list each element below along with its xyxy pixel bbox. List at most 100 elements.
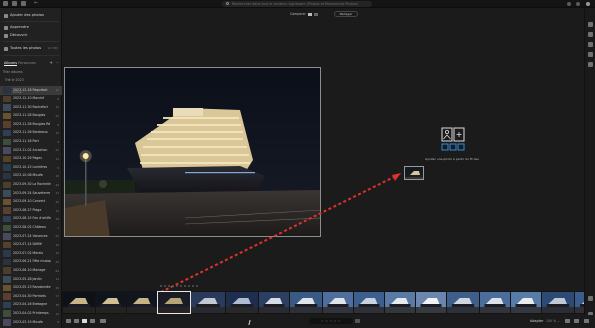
presets-icon[interactable] [574,319,579,323]
album-item[interactable]: 2023-06-10 Mariage 64 [0,266,62,275]
detail-view-icon[interactable] [82,319,87,323]
avatar[interactable] [586,1,590,6]
album-item[interactable]: 2023-05-28 Jardin 14 [0,275,62,284]
compare-toggle[interactable]: Comparer [290,12,318,16]
album-item[interactable]: 2023-10-29 Pages 11 [0,155,62,164]
album-item[interactable]: 2023-12-10 Marché 8 [0,95,62,104]
album-item[interactable]: 2023-04-16 Bretagne 38 [0,301,62,310]
dragged-photo-thumbnail[interactable] [404,166,424,180]
album-item[interactable]: 2023-11-28 Bougies Ré 6 [0,120,62,129]
heal-icon[interactable] [588,42,593,47]
album-name: 2023-11-26 Bordeaux [13,130,48,135]
filmstrip-thumbnail[interactable] [542,292,574,313]
album-thumbnail [3,138,11,146]
blur-icon[interactable] [588,62,593,67]
album-item[interactable]: 2023-08-02 Château 7 [0,224,62,233]
filmstrip-thumbnail[interactable] [290,292,322,313]
back-arrow-icon[interactable]: ← [34,1,39,6]
album-item[interactable]: 2023-07-14 Défilé 16 [0,241,62,250]
single-view-icon[interactable] [307,12,312,16]
filmstrip-thumbnail[interactable] [96,292,126,313]
album-count: 17 [55,294,59,299]
help-icon[interactable] [576,1,580,6]
album-thumbnail [3,319,11,326]
sidebar-toggle-icon[interactable] [21,1,26,6]
filmstrip-thumbnail[interactable] [323,292,353,313]
main-photo[interactable] [64,67,321,237]
all-photos-label: Toutes les photos [10,46,42,51]
filmstrip-thumbnail[interactable] [157,291,191,314]
flag-icon[interactable] [355,319,360,323]
album-item[interactable]: 2023-07-24 Vacances 52 [0,232,62,241]
filmstrip-thumbnail[interactable] [63,292,95,313]
info-icon[interactable] [588,296,593,301]
library-icon[interactable] [12,1,17,6]
filmstrip-thumbnail[interactable] [480,292,510,313]
album-item[interactable]: 2023-07-02 Marais 10 [0,249,62,258]
filmstrip-toggle-icon[interactable] [90,319,95,323]
sort-albums[interactable]: Trier albums [3,70,59,75]
album-item[interactable]: 2023-11-30 Rochefort 15 [0,103,62,112]
sort-icon[interactable] [100,319,106,323]
compare-icon[interactable] [565,319,570,323]
album-thumbnail [3,241,11,249]
album-name: 2023-06-10 Mariage [13,267,46,272]
album-item[interactable]: 2023-10-08 Musée 19 [0,172,62,181]
search-field[interactable]: Rechercher dans tout le contenu Lightroo… [222,1,372,7]
more-options-button[interactable]: ⋯ [56,61,60,65]
filmstrip-thumbnail[interactable] [127,292,157,313]
edit-icon[interactable] [588,22,593,27]
album-item[interactable]: 2023-09-24 Sauveterre 13 [0,189,62,198]
settings-icon[interactable] [584,319,589,323]
album-count: 7 [57,225,59,230]
crop-icon[interactable] [588,32,593,37]
album-item[interactable]: 2023-09-30 La Rochelle 44 [0,181,62,190]
nav-discover[interactable]: Découvrir [0,32,62,39]
album-item[interactable]: 2023-06-21 Fête musique 23 [0,258,62,267]
cloud-icon[interactable] [3,1,8,6]
album-item[interactable]: 2023-12-16 Paquebot 12 Partagé [0,86,62,95]
filmstrip-thumbnail[interactable] [511,292,541,313]
filmstrip-thumbnail[interactable] [354,292,384,313]
album-name: 2023-09-10 Concert [13,199,46,204]
filmstrip-thumbnail[interactable] [385,292,415,313]
album-item[interactable]: 2023-08-27 Plage 31 [0,206,62,215]
filmstrip-thumbnail[interactable] [416,292,446,313]
add-album-button[interactable]: + [49,61,53,66]
filmstrip-thumbnail[interactable] [226,292,258,313]
zoom-dropdown[interactable]: 100 % ⌄ [546,319,560,323]
album-item[interactable]: 2023-08-15 Feu d'artifice 18 [0,215,62,224]
filmstrip-scroll-dots [160,283,215,287]
album-item[interactable]: 2023-11-02 Arcachon 27 [0,146,62,155]
album-item[interactable]: 2023-09-10 Concert 22 [0,198,62,207]
cloud-sync-icon[interactable] [567,1,571,6]
filmstrip-thumbnail[interactable] [191,292,225,313]
album-item[interactable]: 2023-03-19 Musée 8 [0,318,62,327]
album-item[interactable]: 2023-04-02 Printemps 12 [0,309,62,318]
fit-zoom-button[interactable]: Adapter [530,319,543,323]
star-rating[interactable]: ☆ ☆ ☆ ☆ ☆ [309,318,353,324]
square-grid-icon[interactable] [74,319,79,323]
album-thumbnail [3,95,11,103]
album-item[interactable]: 2023-05-13 Randonnée 29 [0,284,62,293]
filmstrip-thumbnail[interactable] [447,292,479,313]
filmstrip-thumbnail[interactable] [259,292,289,313]
grid-view-icon[interactable] [66,319,71,323]
split-view-icon[interactable] [313,12,318,16]
album-item[interactable]: 2023-11-26 Bordeaux 34 [0,129,62,138]
album-item[interactable]: 2023-11-28 Bougies 21 [0,112,62,121]
mask-icon[interactable] [588,52,593,57]
album-item[interactable]: 2023-10-15 Lumières 5 [0,163,62,172]
album-item[interactable]: 2023-11-18 Port 9 [0,138,62,147]
nav-learn[interactable]: Apprendre [0,24,62,31]
share-button[interactable]: Partager [334,11,358,17]
all-photos-item[interactable]: Toutes les photos 12 580 [0,45,62,52]
album-item[interactable]: 2023-04-30 Portraits 17 [0,292,62,301]
album-thumbnail [3,104,11,111]
album-name: 2023-09-30 La Rochelle [13,182,51,187]
filmstrip-thumbnail[interactable] [575,292,584,313]
tab-people[interactable]: Personnes [18,61,36,65]
tab-albums[interactable]: Albums [4,61,18,66]
album-name: 2023-06-21 Fête musique [13,259,51,264]
add-photos-button[interactable]: Ajouter des photos [0,12,62,19]
